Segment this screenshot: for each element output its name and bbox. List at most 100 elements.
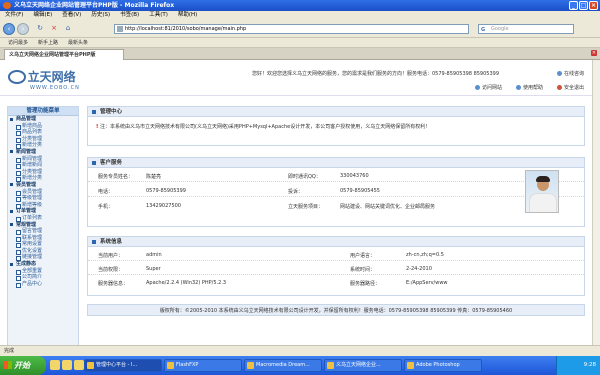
help-label: 使用帮助 [522, 85, 543, 91]
window-title-bar: 义乌立天网络企业网站管理平台PHP版 - Mozilla Firefox _ □… [0, 0, 600, 11]
system-info-title: 系统信息 [88, 237, 584, 247]
sidebar-title: 管理功能菜单 [8, 107, 78, 116]
sidebar-group-title: 新闻管理 [8, 149, 78, 156]
url-bar[interactable]: http://localhost:81/2010/sobo/manage/mai… [114, 24, 469, 34]
sidebar-link[interactable]: 新增新闻 [8, 162, 78, 169]
forward-button[interactable]: › [17, 23, 29, 35]
taskbar-button[interactable]: 义乌立天网络企业... [324, 359, 402, 372]
browser-menubar: 文件(F) 编辑(E) 查看(V) 历史(S) 书签(B) 工具(T) 帮助(H) [0, 11, 600, 20]
sidebar-link[interactable]: 留言管理 [8, 228, 78, 235]
sidebar-link[interactable]: 分类管理 [8, 169, 78, 176]
taskbar-button-label: 管理中心平台 - I... [96, 362, 138, 368]
logout-label: 安全退出 [563, 85, 584, 91]
quick-launch-icon[interactable] [62, 360, 72, 370]
bookmark-item[interactable]: 新手上路 [38, 38, 58, 47]
back-button[interactable]: ‹ [3, 23, 15, 35]
sidebar-link[interactable]: 联系管理 [8, 235, 78, 242]
sidebar-link[interactable]: 新增分类 [8, 142, 78, 149]
taskbar-button[interactable]: 管理中心平台 - I... [84, 359, 162, 372]
sidebar-link[interactable]: 新闻管理 [8, 156, 78, 163]
sysinfo-label: 系统时间： [350, 267, 376, 273]
sidebar-link[interactable]: 会员管理 [8, 189, 78, 196]
row-divider [88, 260, 584, 261]
quick-launch-icon[interactable] [50, 360, 60, 370]
sidebar-link[interactable]: 新增商品 [8, 123, 78, 130]
service-value: 13429027500 [146, 203, 181, 209]
tab-active[interactable]: 义乌立天网络企业网站管理平台PHP版 [4, 49, 124, 60]
bookmarks-toolbar: 访问最多 新手上路 最新头条 [0, 38, 600, 48]
menu-item[interactable]: 查看(V) [62, 11, 81, 20]
search-input[interactable]: G Google [478, 24, 574, 34]
dreamweaver-icon [247, 362, 254, 369]
sidebar-link[interactable]: 分类管理 [8, 136, 78, 143]
clock[interactable]: 9:28 [584, 362, 596, 368]
sysinfo-label: 当前用户： [98, 253, 124, 259]
menu-item[interactable]: 书签(B) [120, 11, 139, 20]
service-body: 服务专员姓名： 陈楚亮 即时通讯QQ： 330043760 电话： 0579-8… [88, 168, 584, 226]
menu-item[interactable]: 编辑(E) [33, 11, 52, 20]
windows-logo-icon [4, 361, 12, 369]
sidebar-link[interactable]: 商品列表 [8, 129, 78, 136]
taskbar-button[interactable]: FlashFXP [164, 359, 242, 372]
sidebar-link[interactable]: 订单列表 [8, 215, 78, 222]
status-bar: 完成 [0, 345, 600, 356]
row-divider [88, 196, 584, 197]
logout-link[interactable]: 安全退出 [556, 84, 584, 91]
home-icon[interactable]: ⌂ [62, 23, 74, 35]
service-value: 330043760 [340, 173, 369, 179]
sidebar-group-title: 生成静态 [8, 261, 78, 268]
visit-site-link[interactable]: 访问网站 [474, 84, 502, 91]
menu-item[interactable]: 工具(T) [149, 11, 168, 20]
firefox-icon [87, 362, 94, 369]
sysinfo-value: admin [146, 252, 162, 258]
header-links: 访问网站 使用帮助 安全退出 [474, 84, 584, 91]
taskbar-button[interactable]: Macromedia Dream... [244, 359, 322, 372]
sidebar-link[interactable]: 常用设置 [8, 241, 78, 248]
taskbar-button[interactable]: Adobe Photoshop [404, 359, 482, 372]
taskbar-button-label: Macromedia Dream... [256, 362, 310, 368]
home-icon [474, 85, 480, 90]
sysinfo-value: Super [146, 266, 161, 272]
logo-mark [8, 69, 26, 84]
close-tab-icon[interactable]: × [591, 50, 597, 56]
sidebar-link[interactable]: 新增分类 [8, 175, 78, 182]
service-value: 0579-85905399 [146, 188, 186, 194]
online-consult-link[interactable]: 在线咨询 [556, 70, 584, 78]
site-logo[interactable]: 立天网络 WWW.EOBO.CN [8, 68, 80, 91]
bookmark-item[interactable]: 访问最多 [8, 38, 28, 47]
menu-item[interactable]: 历史(S) [91, 11, 110, 20]
sidebar-link[interactable]: 全部重置 [8, 268, 78, 275]
sidebar-group-title: 常规管理 [8, 222, 78, 229]
start-button[interactable]: 开始 [0, 356, 46, 375]
service-value: 陈楚亮 [146, 174, 162, 180]
sidebar-group-title: 订单管理 [8, 208, 78, 215]
maximize-button[interactable]: □ [579, 1, 588, 10]
bookmark-item[interactable]: 最新头条 [68, 38, 88, 47]
vertical-scrollbar[interactable] [592, 60, 600, 345]
logo-subtitle: WWW.EOBO.CN [30, 85, 80, 91]
sidebar-link[interactable]: 优化设置 [8, 248, 78, 255]
close-window-button[interactable]: × [589, 1, 598, 10]
minimize-button[interactable]: _ [569, 1, 578, 10]
taskbar-button-label: Adobe Photoshop [416, 362, 460, 368]
help-link[interactable]: 使用帮助 [515, 84, 543, 91]
sysinfo-value: E:/AppServ/www [406, 280, 448, 286]
sidebar-link[interactable]: 公司简介 [8, 274, 78, 281]
quick-launch-icon[interactable] [74, 360, 84, 370]
page-footer: 版权所有：©2005-2010 本系统由义乌立天网络技术有限公司设计开发，并保留… [87, 304, 585, 316]
sidebar-link[interactable]: 产品中心 [8, 281, 78, 288]
menu-item[interactable]: 帮助(H) [178, 11, 197, 20]
menu-item[interactable]: 文件(F) [5, 11, 23, 20]
row-divider [88, 274, 584, 275]
reload-icon[interactable]: ↻ [34, 23, 46, 35]
service-label: 即时通讯QQ： [288, 174, 321, 180]
stop-icon[interactable]: × [48, 23, 60, 35]
site-header: 立天网络 WWW.EOBO.CN 您好！欢迎您选择义乌立天网络的服务，您的需求是… [0, 60, 592, 96]
row-divider [88, 181, 584, 182]
taskbar-button-label: 义乌立天网络企业... [336, 362, 381, 368]
logo-text: 立天网络 [27, 70, 76, 84]
service-label: 投诉： [288, 189, 304, 195]
admin-sidebar: 管理功能菜单 商品管理 新增商品 商品列表 分类管理 新增分类 新闻管理 新闻管理 新增新闻分… [7, 106, 79, 345]
sidebar-link[interactable]: 等级管理 [8, 195, 78, 202]
service-value: 0579-85905455 [340, 188, 380, 194]
